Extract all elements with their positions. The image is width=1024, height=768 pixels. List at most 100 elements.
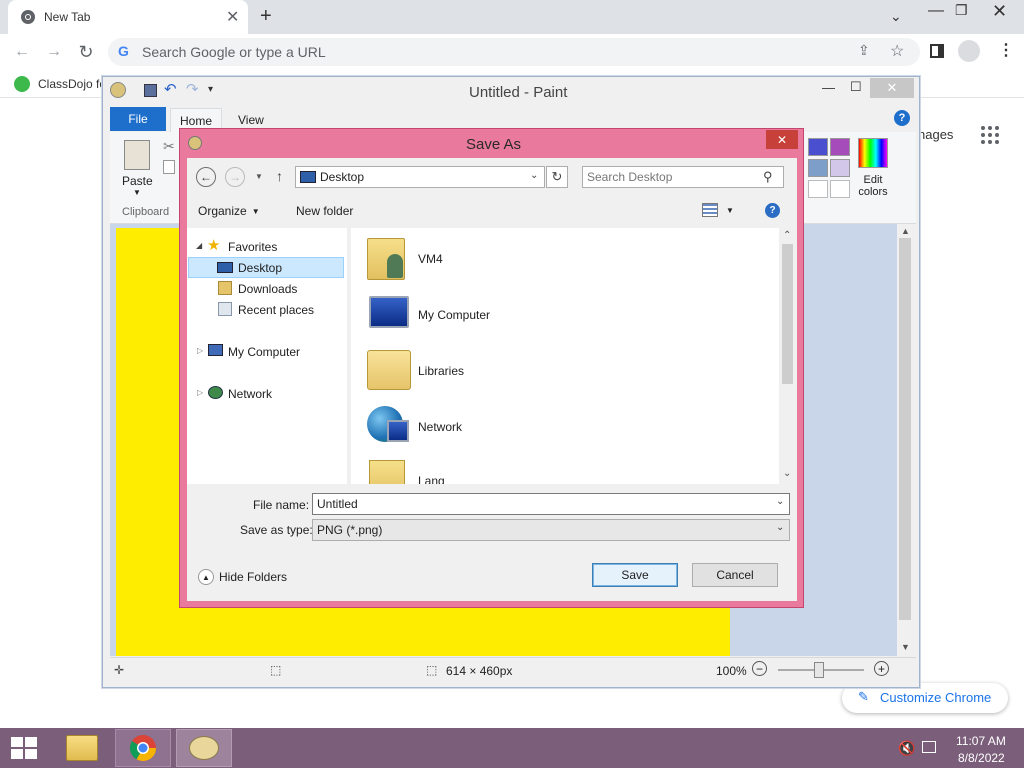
taskbar-chrome[interactable] [115, 729, 171, 767]
network-tray-icon[interactable] [922, 741, 936, 753]
color-swatch-steel[interactable] [808, 159, 828, 177]
address-bar[interactable]: Desktop [295, 166, 545, 188]
tab-close-icon[interactable]: ✕ [226, 7, 239, 27]
back-icon[interactable]: ← [8, 38, 36, 66]
paste-button[interactable]: Paste ▼ [118, 138, 158, 200]
color-swatch-empty-1[interactable] [808, 180, 828, 198]
paste-label: Paste [122, 174, 153, 188]
clock-time[interactable]: 11:07 AM [956, 734, 1006, 748]
file-scroll-thumb[interactable] [782, 244, 793, 384]
paint-close-button[interactable]: ✕ [870, 78, 914, 98]
tab-file-label: File [128, 112, 148, 126]
bookmark-classdojo[interactable]: ClassDojo fo [38, 77, 106, 91]
cut-icon[interactable]: ✂ [163, 138, 175, 155]
color-swatch-empty-2[interactable] [830, 180, 850, 198]
file-scroll-down-icon[interactable]: ⌄ [783, 468, 791, 479]
side-panel-icon[interactable] [930, 44, 944, 58]
refresh-icon[interactable]: ↻ [546, 166, 568, 188]
copy-icon[interactable] [163, 160, 175, 174]
scroll-thumb[interactable] [899, 238, 911, 620]
view-options-icon[interactable] [702, 203, 718, 217]
scroll-down-icon[interactable]: ▼ [901, 642, 910, 652]
search-desktop-input[interactable]: Search Desktop [582, 166, 784, 188]
save-quick-icon[interactable] [144, 84, 157, 97]
customize-qat-icon[interactable]: ▾ [208, 84, 213, 95]
list-item[interactable]: Libraries [363, 346, 663, 396]
bookmark-star-icon[interactable]: ☆ [890, 41, 904, 61]
tab-view[interactable]: View [238, 113, 264, 127]
canvas-vertical-scrollbar[interactable]: ▲ ▼ [897, 224, 913, 656]
redo-icon[interactable]: ↷ [186, 80, 199, 98]
taskbar-file-explorer[interactable] [54, 729, 110, 767]
scroll-up-icon[interactable]: ▲ [901, 226, 910, 236]
help-icon[interactable]: ? [894, 110, 910, 126]
save-type-dropdown-icon[interactable]: ⌄ [776, 522, 784, 533]
menu-icon[interactable]: ⋮ [998, 40, 1014, 60]
zoom-in-icon[interactable]: + [874, 661, 889, 676]
favorites-expand-icon[interactable]: ◢ [196, 241, 202, 250]
forward-nav-icon[interactable]: → [225, 167, 245, 187]
nav-network[interactable]: Network [228, 387, 272, 401]
up-folder-icon[interactable]: ↑ [276, 168, 283, 184]
address-dropdown-icon[interactable]: ⌄ [530, 170, 538, 181]
cancel-button[interactable]: Cancel [692, 563, 778, 587]
list-item[interactable]: VM4 [363, 234, 663, 284]
network-expand-icon[interactable]: ▷ [197, 388, 203, 397]
color-swatch-lavender[interactable] [830, 159, 850, 177]
taskbar-paint[interactable] [176, 729, 232, 767]
ntp-link[interactable]: nages [918, 127, 953, 142]
clock-date[interactable]: 8/8/2022 [958, 751, 1005, 765]
edit-colors-button[interactable]: Edit colors [856, 138, 890, 198]
file-scroll-up-icon[interactable]: ⌃ [783, 230, 791, 241]
list-item[interactable]: My Computer [363, 290, 663, 340]
save-button[interactable]: Save [592, 563, 678, 587]
file-name-value: Untitled [317, 497, 358, 511]
nav-item-recent-places[interactable]: Recent places [238, 303, 314, 317]
my-computer-expand-icon[interactable]: ▷ [197, 346, 203, 355]
tab-search-icon[interactable]: ⌄ [890, 8, 902, 25]
view-chevron-icon[interactable]: ▼ [726, 206, 734, 215]
nav-item-downloads[interactable]: Downloads [238, 282, 297, 296]
forward-icon[interactable]: → [40, 38, 68, 66]
color-swatch-purple[interactable] [830, 138, 850, 156]
organize-button[interactable]: Organize ▼ [198, 202, 260, 220]
paint-maximize-icon[interactable]: ☐ [850, 79, 862, 95]
save-type-select[interactable]: PNG (*.png) [312, 519, 790, 541]
tab-new-tab[interactable]: New Tab ✕ [8, 0, 248, 34]
dialog-close-button[interactable]: ✕ [766, 130, 798, 149]
nav-favorites[interactable]: Favorites [228, 240, 277, 254]
zoom-slider-thumb[interactable] [814, 662, 824, 678]
file-pane-scrollbar[interactable]: ⌃ ⌄ [779, 228, 796, 484]
recent-locations-icon[interactable]: ▼ [255, 172, 263, 181]
list-item[interactable]: Network [363, 402, 663, 452]
reload-icon[interactable]: ↻ [72, 38, 100, 66]
list-item[interactable]: Lang [363, 458, 663, 484]
search-icon[interactable]: ⚲ [763, 169, 773, 185]
network-monitor-icon [387, 420, 409, 442]
zoom-out-icon[interactable]: − [752, 661, 767, 676]
nav-item-desktop[interactable]: Desktop [188, 257, 344, 278]
paint-minimize-icon[interactable]: — [822, 80, 835, 95]
nav-my-computer[interactable]: My Computer [228, 345, 300, 359]
undo-icon[interactable]: ↶ [164, 80, 177, 98]
close-window-icon[interactable]: ✕ [992, 1, 1007, 22]
back-nav-icon[interactable]: ← [196, 167, 216, 187]
hide-folders-button[interactable]: ▲ Hide Folders [198, 568, 287, 586]
volume-muted-icon[interactable]: 🔇 [898, 740, 915, 757]
share-icon[interactable]: ⇪ [858, 42, 870, 59]
file-name-dropdown-icon[interactable]: ⌄ [776, 496, 784, 507]
file-name-input[interactable]: Untitled [312, 493, 790, 515]
profile-icon[interactable] [958, 40, 980, 62]
new-tab-icon[interactable]: + [260, 5, 272, 28]
minimize-icon[interactable]: — [928, 2, 944, 20]
start-button[interactable] [0, 729, 48, 767]
dialog-help-icon[interactable]: ? [765, 203, 780, 218]
omnibox[interactable]: G Search Google or type a URL ⇪ ☆ [108, 38, 920, 66]
restore-icon[interactable]: ❐ [955, 2, 968, 19]
color-swatch-blue[interactable] [808, 138, 828, 156]
new-folder-button[interactable]: New folder [296, 204, 353, 218]
customize-label: Customize Chrome [880, 690, 992, 705]
tab-file[interactable]: File [110, 107, 166, 131]
network-nav-icon [208, 386, 223, 399]
apps-grid-icon[interactable] [980, 125, 1000, 145]
